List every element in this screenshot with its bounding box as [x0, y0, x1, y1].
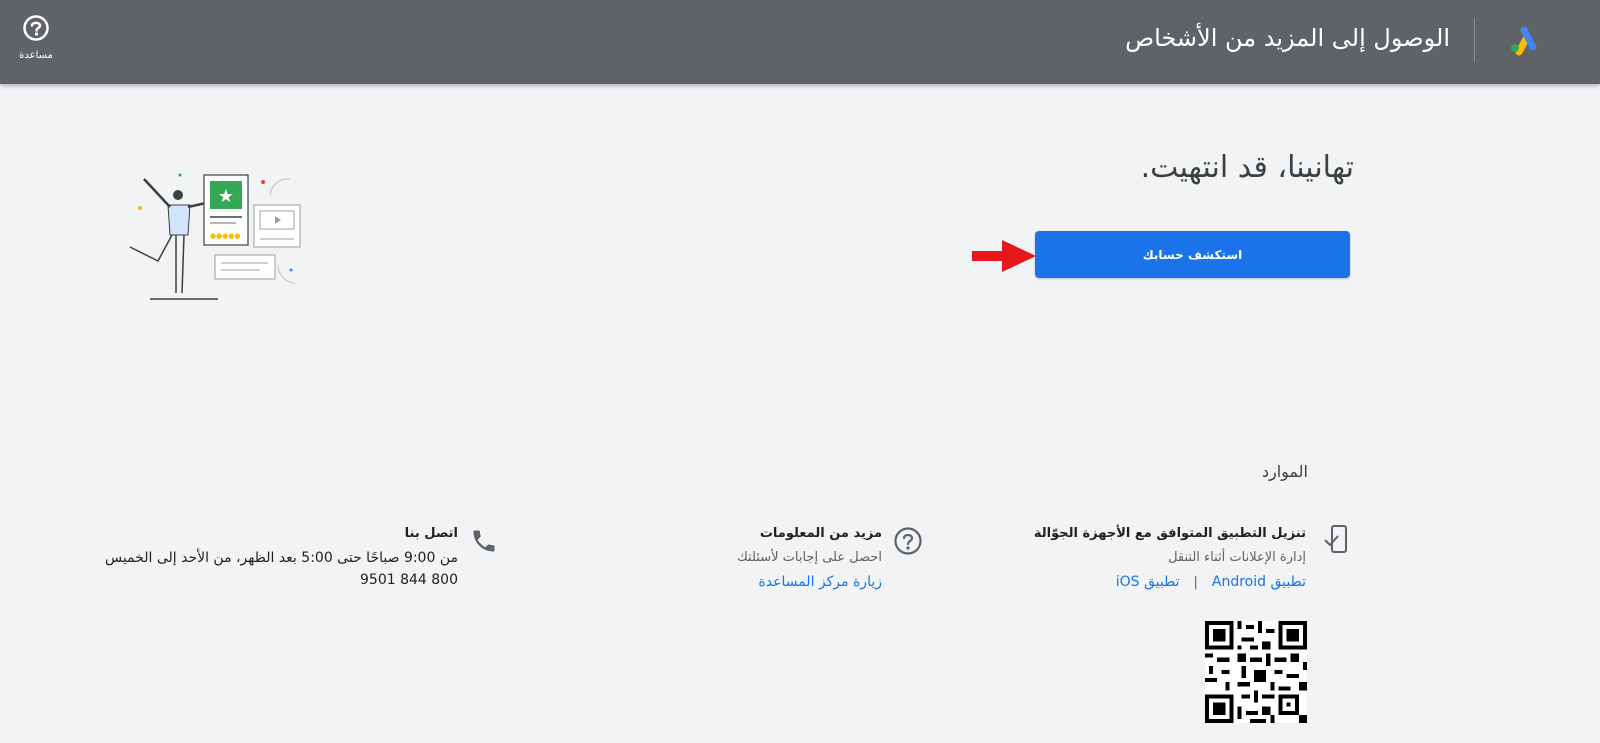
help-icon [23, 15, 49, 41]
congrats-heading: تهانينا، قد انتهيت. [1140, 150, 1354, 185]
top-bar: مساعدة الوصول إلى المزيد من الأشخاص [0, 0, 1600, 84]
phone-number: 9501 844 800 [360, 572, 458, 588]
app-links: تطبيق Android | تطبيق iOS [1034, 571, 1306, 590]
help-center-link[interactable]: زيارة مركز المساعدة [758, 574, 882, 590]
celebration-illustration: ★ ●●●●● [129, 173, 301, 300]
info-title: مزيد من المعلومات [759, 526, 882, 541]
google-ads-logo-icon[interactable] [1508, 24, 1540, 56]
mobile-title: تنزيل التطبيق المتوافق مع الأجهزة الجوّا… [1033, 526, 1306, 541]
svg-text:●●●●●: ●●●●● [210, 232, 241, 240]
help-button[interactable]: مساعدة [14, 14, 58, 70]
resources-title: الموارد [1261, 462, 1308, 481]
mobile-app-section: تنزيل التطبيق المتوافق مع الأجهزة الجوّا… [1034, 526, 1306, 590]
mobile-desc: إدارة الإعلانات أثناء التنقل [1168, 550, 1306, 565]
header-divider [1474, 18, 1475, 62]
ios-app-link[interactable]: تطبيق iOS [1116, 574, 1180, 590]
help-circle-icon [894, 527, 922, 555]
help-label: مساعدة [19, 50, 53, 61]
svg-text:★: ★ [218, 186, 234, 207]
page-title: الوصول إلى المزيد من الأشخاص [1125, 24, 1450, 52]
call-hours: من 9:00 صباحًا حتى 5:00 بعد الظهر، من ال… [105, 550, 458, 566]
red-arrow-annotation [972, 240, 1036, 272]
info-desc: احصل على إجابات لأسئلتك [737, 550, 882, 565]
more-info-section: مزيد من المعلومات احصل على إجابات لأسئلت… [737, 526, 882, 590]
link-separator: | [1193, 575, 1198, 590]
qr-code [1205, 621, 1307, 723]
android-app-link[interactable]: تطبيق Android [1212, 574, 1306, 590]
mobile-icon [1324, 525, 1347, 553]
call-title: اتصل بنا [404, 526, 458, 541]
phone-icon [473, 530, 495, 552]
explore-account-button[interactable]: استكشف حسابك [1035, 231, 1350, 278]
contact-section: اتصل بنا من 9:00 صباحًا حتى 5:00 بعد الظ… [105, 526, 458, 594]
